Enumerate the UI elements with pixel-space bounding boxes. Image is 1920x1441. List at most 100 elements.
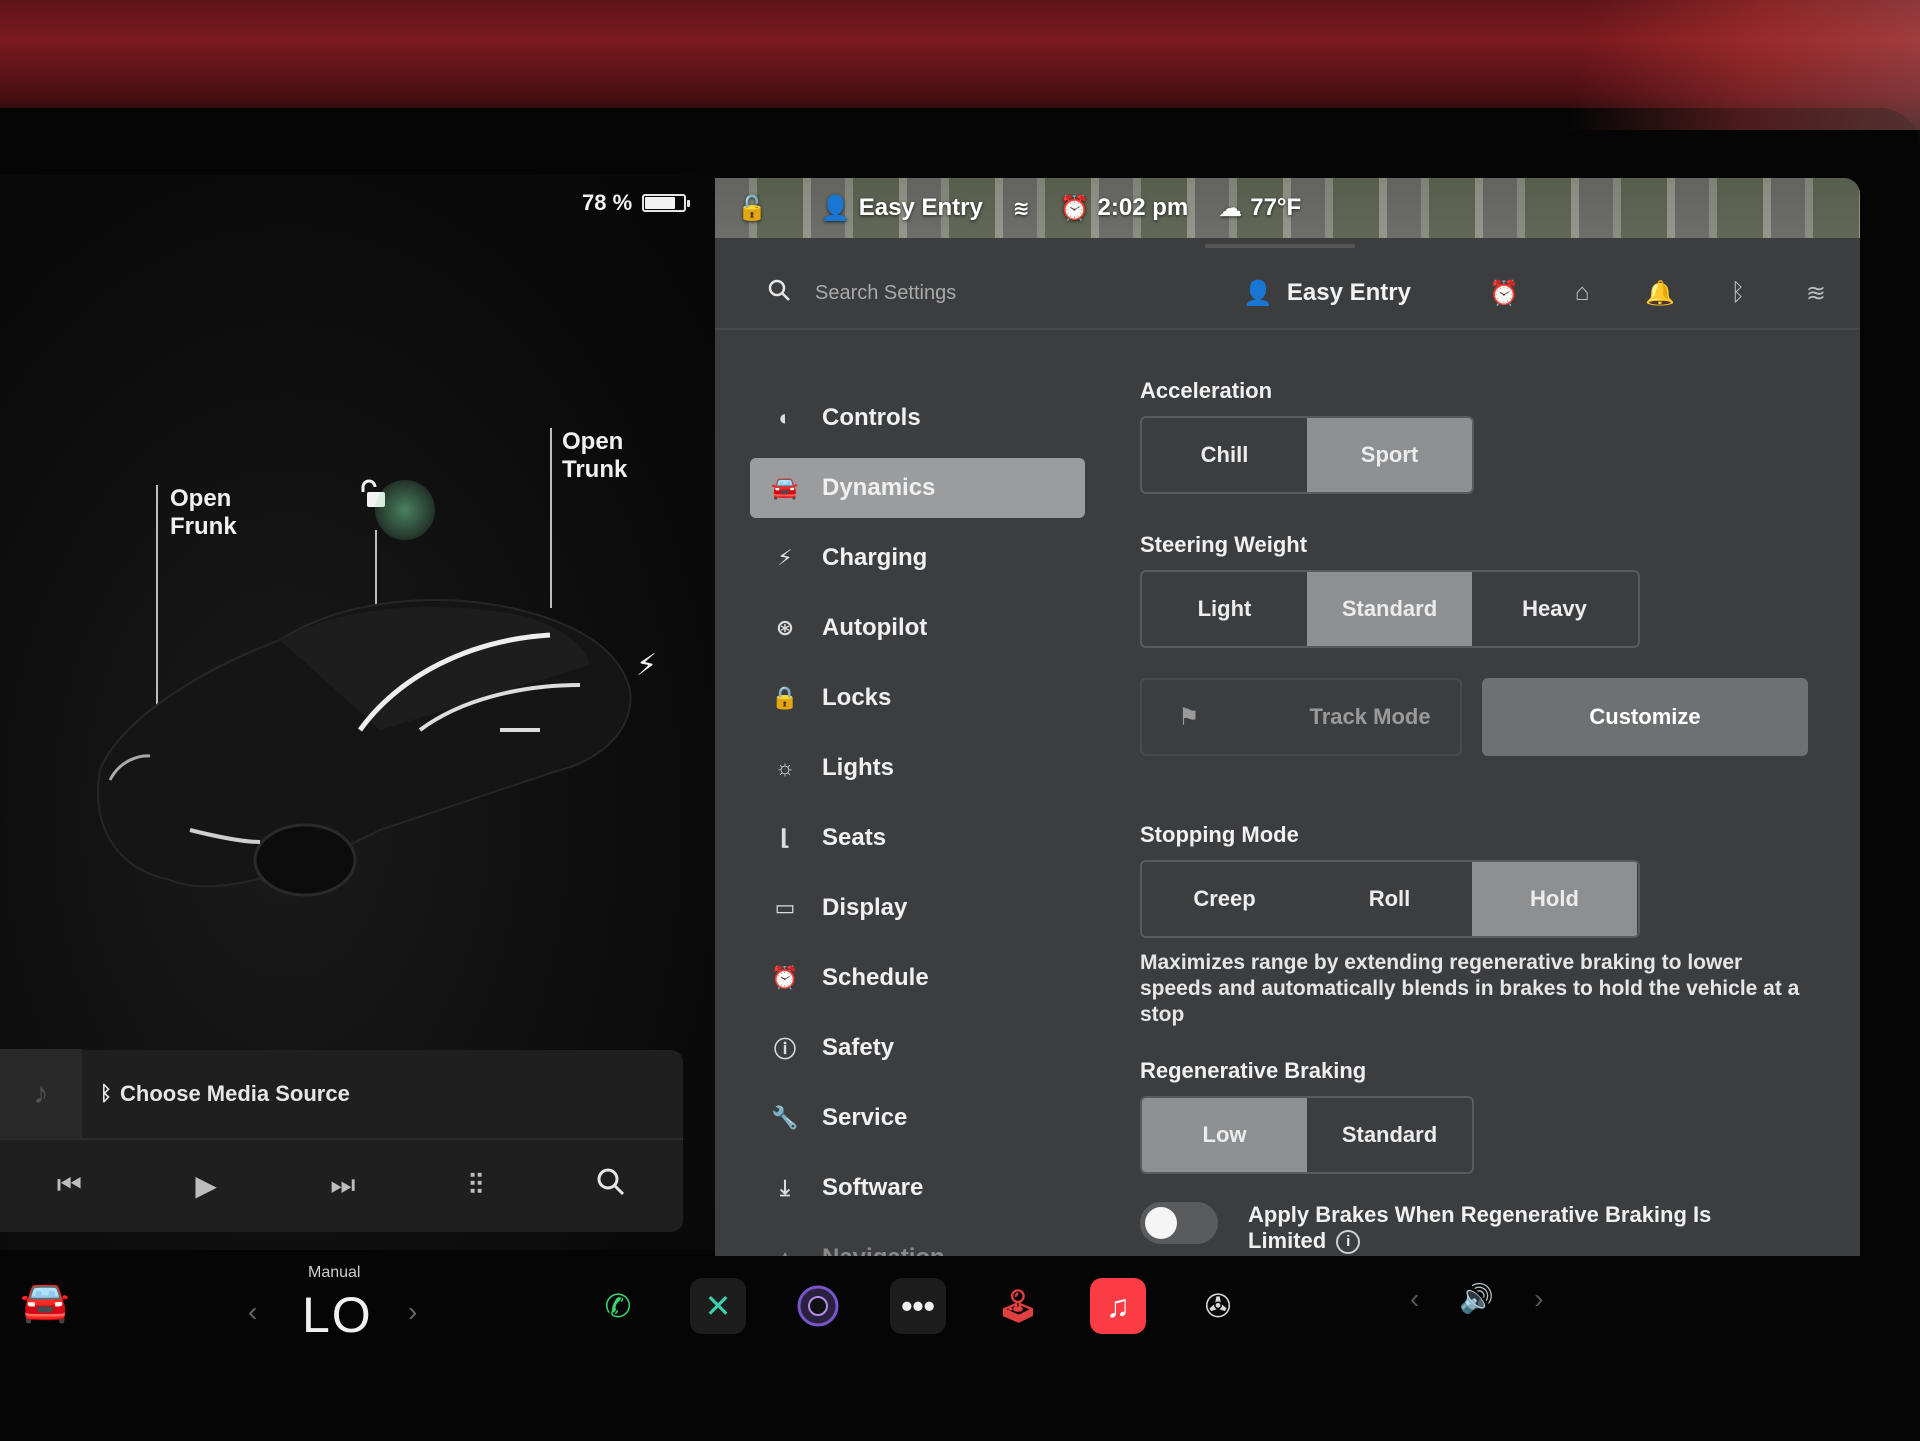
search-settings-field[interactable]: Search Settings [767, 278, 956, 309]
status-profile-name: Easy Entry [858, 194, 983, 221]
regen-standard-option[interactable]: Standard [1307, 1098, 1472, 1172]
lock-status-icon[interactable]: 🔓 [737, 194, 767, 223]
nav-label: Dynamics [822, 474, 936, 501]
nav-item-lights[interactable]: ☼ Lights [750, 738, 1085, 798]
nav-item-software[interactable]: ⤓ Software [750, 1158, 1085, 1218]
display-icon: ▭ [774, 895, 796, 920]
regen-braking-selector: Low Standard [1140, 1096, 1474, 1174]
steering-standard-option[interactable]: Standard [1307, 572, 1472, 646]
nav-item-service[interactable]: 🔧 Service [750, 1088, 1085, 1148]
nav-item-safety[interactable]: ⓘ Safety [750, 1018, 1085, 1078]
toggle-icon: ◐ [778, 405, 792, 430]
steering-weight-title: Steering Weight [1140, 532, 1308, 557]
stopping-roll-option[interactable]: Roll [1307, 862, 1472, 936]
apply-brakes-toggle[interactable] [1140, 1202, 1218, 1244]
download-icon: ⤓ [780, 1175, 790, 1200]
steering-heavy-option[interactable]: Heavy [1472, 572, 1637, 646]
volume-down-chevron-icon[interactable]: ‹ [1410, 1283, 1419, 1315]
stopping-mode-title: Stopping Mode [1140, 822, 1299, 847]
nav-label: Autopilot [822, 614, 928, 641]
nav-label: Charging [822, 544, 928, 571]
climate-mode: Manual [308, 1264, 361, 1281]
volume-up-chevron-icon[interactable]: › [1534, 1283, 1543, 1315]
sun-icon: ☼ [774, 755, 796, 780]
acceleration-chill-option[interactable]: Chill [1142, 418, 1307, 492]
checkered-flag-icon: ⚑ [1178, 703, 1200, 731]
equalizer-button[interactable]: ⫶⫶ [469, 1169, 483, 1202]
alarm-clock-icon[interactable]: ⏰ [1465, 279, 1543, 308]
nav-label: Lights [822, 754, 894, 781]
choose-media-source-button[interactable]: ᛒ Choose Media Source [82, 1081, 350, 1107]
play-button[interactable]: ▶ [195, 1169, 217, 1202]
nav-label: Schedule [822, 964, 929, 991]
steering-light-option[interactable]: Light [1142, 572, 1307, 646]
wifi-status-icon: ≋ [1012, 197, 1030, 220]
chevron-left-icon[interactable]: ‹ [248, 1296, 257, 1328]
open-trunk-button[interactable]: Open Trunk [562, 428, 627, 484]
bluetooth-icon[interactable]: ᛒ [1699, 279, 1777, 307]
music-icon[interactable]: ♫ [1090, 1278, 1146, 1334]
info-icon[interactable]: i [1336, 1230, 1361, 1255]
alarm-status-icon: ⏰ [1059, 194, 1090, 222]
nav-item-seats[interactable]: ⌊ Seats [750, 808, 1085, 868]
lock-icon: 🔒 [771, 685, 799, 710]
speaker-icon[interactable]: 🔊 [1459, 1282, 1494, 1315]
track-mode-button[interactable]: ⚑ Track Mode [1140, 678, 1462, 756]
nav-label: Safety [822, 1034, 895, 1061]
garage-icon[interactable]: ⌂ [1543, 279, 1621, 307]
status-time-text: 2:02 pm [1097, 194, 1189, 221]
nav-item-schedule[interactable]: ⏰ Schedule [750, 948, 1085, 1008]
toybox-icon[interactable]: ✕ [690, 1278, 746, 1334]
person-icon: 👤 [1243, 279, 1273, 307]
stopping-creep-option[interactable]: Creep [1142, 862, 1307, 936]
nav-item-dynamics[interactable]: 🚘 Dynamics [750, 458, 1085, 518]
frunk-label-line1: Open [170, 485, 232, 512]
phone-icon[interactable]: ✆ [590, 1278, 646, 1334]
nav-label: Display [822, 894, 908, 921]
nav-item-charging[interactable]: ⚡ Charging [750, 528, 1085, 588]
trunk-label-line1: Open [562, 428, 624, 455]
previous-track-button[interactable]: ⏮ [57, 1169, 82, 1202]
nav-item-display[interactable]: ▭ Display [750, 878, 1085, 938]
nav-label: Controls [822, 404, 921, 431]
dynamics-content: Acceleration Chill Sport Steering Weight… [1140, 378, 1840, 1255]
car-icon[interactable]: 🚘 [20, 1278, 70, 1325]
acceleration-sport-option[interactable]: Sport [1307, 418, 1472, 492]
stopping-hold-option[interactable]: Hold [1472, 862, 1637, 936]
media-player: ♪ ᛒ Choose Media Source ⏮ ▶ ⏭ ⫶⫶ [0, 1049, 683, 1232]
joystick-icon[interactable]: 🕹 [990, 1278, 1046, 1334]
bell-icon[interactable]: 🔔 [1621, 279, 1699, 308]
nav-item-navigation[interactable]: ▲ Navigation [750, 1228, 1085, 1256]
open-frunk-button[interactable]: Open Frunk [170, 485, 237, 541]
next-track-button[interactable]: ⏭ [330, 1169, 355, 1202]
status-profile[interactable]: 👤 Easy Entry [821, 194, 983, 223]
nav-item-controls[interactable]: ◐ Controls [750, 388, 1085, 448]
fan-icon[interactable]: ✇ [1190, 1278, 1246, 1334]
chevron-right-icon[interactable]: › [408, 1296, 417, 1328]
customize-button[interactable]: Customize [1482, 678, 1808, 756]
search-icon [767, 278, 791, 309]
nav-item-autopilot[interactable]: ⊛ Autopilot [750, 598, 1085, 658]
frunk-label-line2: Frunk [170, 513, 237, 540]
track-mode-label: Track Mode [1309, 704, 1431, 729]
background-curtain [1500, 0, 1920, 130]
climate-control[interactable]: ‹ Manual LO › [240, 1256, 430, 1356]
regen-low-option[interactable]: Low [1142, 1098, 1307, 1172]
wifi-icon[interactable]: ≋ [1777, 279, 1855, 308]
media-search-button[interactable] [596, 1167, 626, 1204]
more-apps-icon[interactable]: ••• [890, 1278, 946, 1334]
wrench-icon: 🔧 [771, 1105, 799, 1130]
settings-nav: ◐ Controls 🚘 Dynamics ⚡ Charging ⊛ Autop… [750, 388, 1085, 1256]
camera-icon[interactable] [790, 1278, 846, 1334]
media-source-label: Choose Media Source [120, 1081, 350, 1106]
unlock-glow [375, 480, 435, 540]
profile-button[interactable]: 👤 Easy Entry [1243, 279, 1411, 308]
steering-weight-selector: Light Standard Heavy [1140, 570, 1640, 648]
settings-topbar: Search Settings 👤 Easy Entry ⏰ ⌂ 🔔 ᛒ ≋ [715, 258, 1860, 330]
nav-label: Locks [822, 684, 892, 711]
panel-grabber[interactable] [1205, 244, 1355, 248]
steering-wheel-icon: ⊛ [775, 615, 795, 640]
nav-item-locks[interactable]: 🔒 Locks [750, 668, 1085, 728]
bottom-bar: 🚘 ‹ Manual LO › ✆ ✕ ••• 🕹 ♫ ✇ ‹ 🔊 › [0, 1256, 1920, 1356]
stopping-mode-selector: Creep Roll Hold [1140, 860, 1640, 938]
